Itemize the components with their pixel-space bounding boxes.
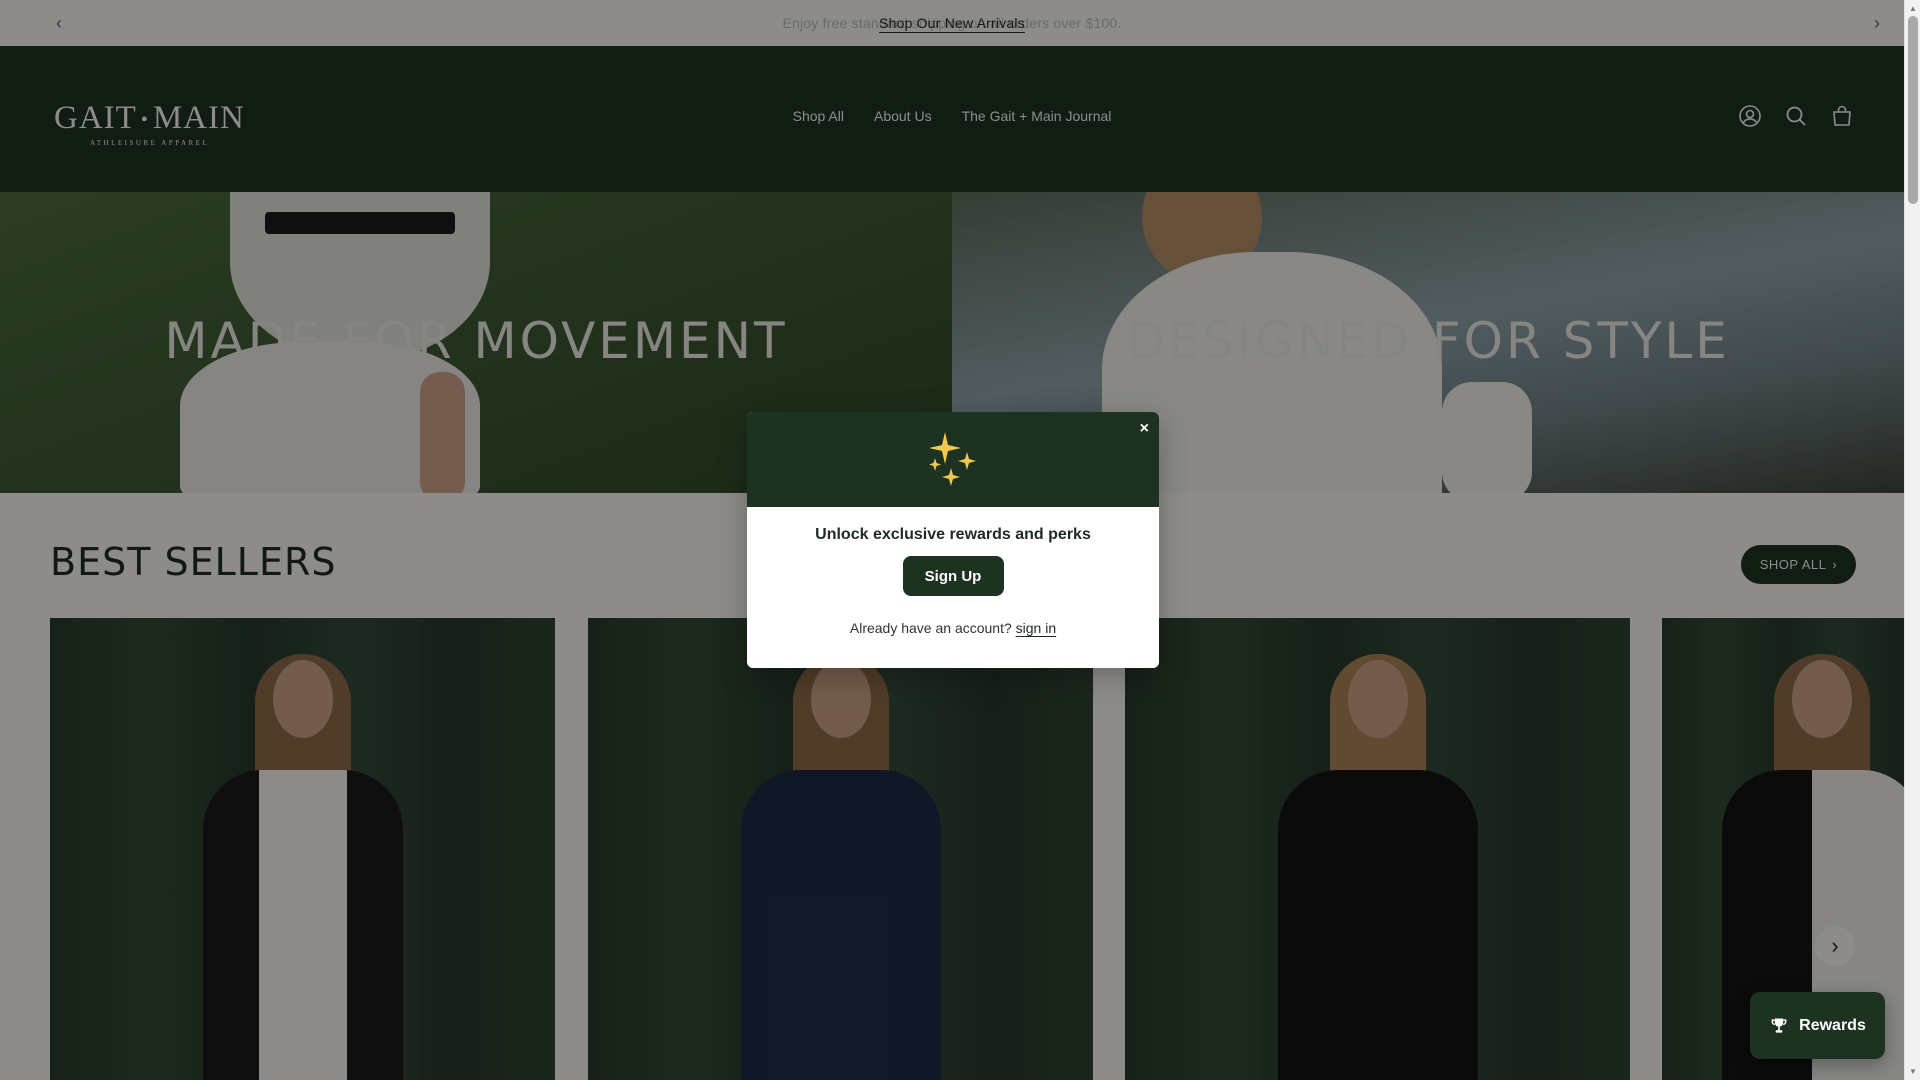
sign-up-button[interactable]: Sign Up	[902, 556, 1004, 596]
modal-banner: ×	[747, 412, 1159, 507]
rewards-launcher-button[interactable]: Rewards	[1750, 992, 1885, 1059]
scrollbar-thumb[interactable]	[1908, 16, 1918, 204]
trophy-icon	[1771, 1018, 1787, 1033]
already-text: Already have an account?	[849, 620, 1012, 636]
rewards-label: Rewards	[1799, 1016, 1866, 1034]
scroll-down-icon[interactable]: ▼	[1909, 1067, 1917, 1076]
close-icon[interactable]: ×	[1140, 420, 1149, 438]
sign-in-prompt: Already have an account? sign in	[747, 620, 1159, 636]
scroll-up-icon[interactable]: ▲	[1909, 4, 1917, 13]
modal-heading: Unlock exclusive rewards and perks	[815, 526, 1091, 543]
sparkles-icon	[929, 431, 976, 486]
sign-in-link[interactable]: sign in	[1016, 620, 1056, 636]
rewards-modal: × Unlock exclusive rewards and perks Sig…	[747, 412, 1159, 668]
page-scrollbar[interactable]: ▲ ▼	[1904, 0, 1920, 1080]
